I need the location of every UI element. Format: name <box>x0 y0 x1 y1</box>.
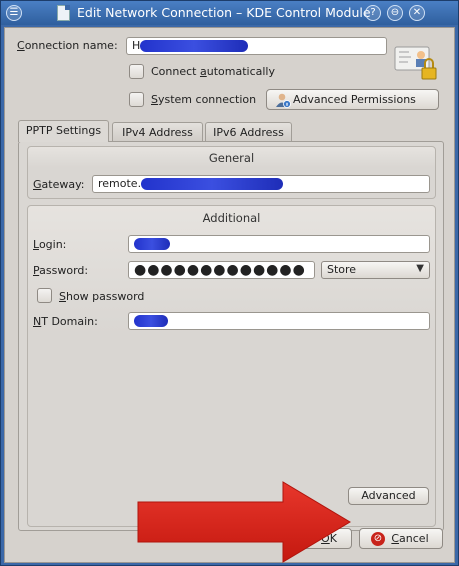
show-password-label: Show password <box>59 290 145 303</box>
annotation-arrow <box>136 480 358 564</box>
redacted-text <box>134 315 168 327</box>
nt-domain-label: NT Domain: <box>33 315 98 328</box>
tab-ipv6-address[interactable]: IPv6 Address <box>205 122 292 142</box>
window-title: Edit Network Connection – KDE Control Mo… <box>77 5 371 20</box>
password-store-select[interactable]: Store ▼ <box>321 261 430 279</box>
system-connection-checkbox[interactable] <box>129 92 144 107</box>
id-card-lock-icon[interactable] <box>392 42 438 82</box>
tab-ipv4-address[interactable]: IPv4 Address <box>112 122 203 142</box>
chevron-down-icon: ▼ <box>416 263 424 274</box>
general-group-title: General <box>208 151 255 165</box>
login-input[interactable] <box>128 235 430 253</box>
additional-group-title: Additional <box>202 211 261 225</box>
help-icon[interactable]: ? <box>365 5 381 21</box>
document-icon <box>57 5 70 21</box>
password-input[interactable]: ●●●●●●●●●●●●● <box>128 261 315 279</box>
connect-automatically-label: Connect automatically <box>151 65 275 78</box>
additional-group: Additional Login: Password: ●●●●●●●●●●●●… <box>27 205 436 527</box>
window: ☰ Edit Network Connection – KDE Control … <box>0 0 459 566</box>
password-label: Password: <box>33 264 89 277</box>
cancel-icon: ⊘ <box>371 532 385 546</box>
advanced-permissions-button[interactable]: Advanced Permissions <box>266 89 439 110</box>
user-shield-icon <box>275 92 291 108</box>
pptp-settings-panel: General Gateway: remote. Additional Logi… <box>18 141 444 531</box>
dialog-body: Connection name: H Connect automatically… <box>4 27 455 563</box>
minimize-icon[interactable]: ⊖ <box>387 5 403 21</box>
nt-domain-input[interactable] <box>128 312 430 330</box>
connection-name-input[interactable]: H <box>126 37 387 55</box>
login-label: Login: <box>33 238 67 251</box>
gateway-label: Gateway: <box>33 178 85 191</box>
system-connection-label: System connection <box>151 93 257 106</box>
cancel-button[interactable]: ⊘ Cancel <box>359 528 443 549</box>
general-group: General Gateway: remote. <box>27 146 436 199</box>
show-password-checkbox[interactable] <box>37 288 52 303</box>
window-menu-icon[interactable]: ☰ <box>6 5 22 21</box>
redacted-text <box>134 238 170 250</box>
tab-pptp-settings[interactable]: PPTP Settings <box>18 120 109 142</box>
redacted-text <box>141 178 284 190</box>
title-bar[interactable]: ☰ Edit Network Connection – KDE Control … <box>1 1 458 25</box>
advanced-button[interactable]: Advanced <box>348 487 429 505</box>
gateway-input[interactable]: remote. <box>92 175 430 193</box>
redacted-text <box>140 40 249 52</box>
connect-automatically-checkbox[interactable] <box>129 64 144 79</box>
close-icon[interactable]: ✕ <box>409 5 425 21</box>
connection-name-label: Connection name: <box>17 39 118 52</box>
